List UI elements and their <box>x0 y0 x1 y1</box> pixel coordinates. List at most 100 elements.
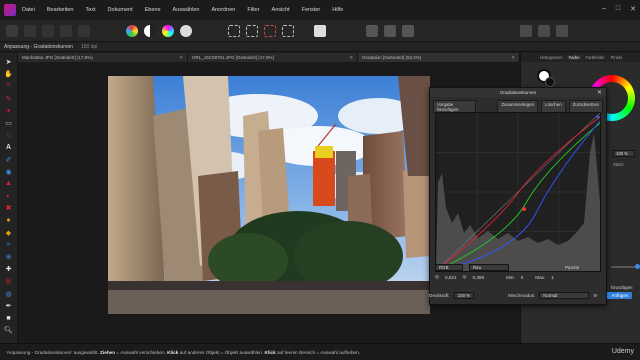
tab-brushes[interactable]: Pinsel <box>608 55 625 60</box>
auto-colors-icon[interactable] <box>162 24 174 37</box>
opacity-dropdown[interactable]: 100 % <box>453 292 475 299</box>
selection-add-icon[interactable] <box>246 24 258 37</box>
document-dpi: 150 dpi <box>80 43 98 50</box>
marquee-icon[interactable] <box>228 24 240 37</box>
snapping-icon[interactable] <box>538 24 550 37</box>
marquee-tool-icon[interactable]: ▭ <box>3 118 14 129</box>
arrange-front-icon[interactable] <box>384 24 396 37</box>
add-adjustment-label: hinzufügen <box>611 285 633 290</box>
tab-orl[interactable]: ORL_15C08761.JPG [Geändert] (17,9%) ✕ <box>188 53 358 62</box>
menu-filter[interactable]: Filter <box>241 7 265 13</box>
shape-tool-icon[interactable]: ■ <box>3 313 14 324</box>
menu-arrange[interactable]: Anordnen <box>205 7 241 13</box>
channel-select[interactable]: RGB <box>435 264 463 271</box>
auto-levels-icon[interactable] <box>126 24 138 37</box>
maximize-icon[interactable]: □ <box>616 5 620 13</box>
dialog-title: Gradationskurven <box>499 90 537 95</box>
tone-map-persona-icon[interactable] <box>60 24 72 37</box>
close-dialog-icon[interactable]: ✕ <box>597 89 602 96</box>
slider-handle[interactable] <box>635 264 640 269</box>
zoom-field[interactable]: 100 % <box>613 150 635 157</box>
tab-color[interactable]: Farbe <box>565 55 583 60</box>
align-icon[interactable] <box>520 24 532 37</box>
opacity-label: Deckkraft: <box>429 293 450 298</box>
view-tool-icon[interactable]: ✋ <box>3 69 14 80</box>
dialog-titlebar[interactable]: Gradationskurven ✕ <box>430 88 606 97</box>
text-tool-icon[interactable]: A <box>3 142 14 153</box>
close-tab-icon[interactable]: ✕ <box>511 55 515 61</box>
menu-file[interactable]: Datei <box>16 7 41 13</box>
coord-x[interactable]: 0,521 <box>445 275 457 280</box>
blur-brush-icon[interactable]: ◍ <box>3 288 14 299</box>
max-value[interactable]: 1 <box>551 275 554 280</box>
curve-graph[interactable] <box>435 112 601 272</box>
photo-persona-icon[interactable] <box>6 24 18 37</box>
freehand-select-icon[interactable]: ◌ <box>3 130 14 141</box>
selection-subtract-icon[interactable] <box>264 24 276 37</box>
curves-dialog: Gradationskurven ✕ Vorgabe hinzufügen Zu… <box>429 87 607 305</box>
menu-document[interactable]: Dokument <box>102 7 139 13</box>
menu-view[interactable]: Ansicht <box>266 7 296 13</box>
menu-layer[interactable]: Ebene <box>139 7 167 13</box>
status-bar: 'Anpassung - Gradationskurven' ausgewähl… <box>0 343 640 360</box>
auto-contrast-icon[interactable] <box>144 24 156 37</box>
blend-mode-dropdown[interactable]: Normal <box>539 292 590 299</box>
paint-brush-icon[interactable]: ✐ <box>3 154 14 165</box>
menu-edit[interactable]: Bearbeiten <box>41 7 80 13</box>
crop-tool-icon[interactable]: ⌗ <box>3 81 14 92</box>
move-tool-icon[interactable]: ➤ <box>3 57 14 68</box>
clone-tool-icon[interactable]: ⊕ <box>3 252 14 263</box>
menu-text[interactable]: Text <box>79 7 101 13</box>
close-tab-icon[interactable]: ✕ <box>349 55 353 61</box>
context-title: Anpassung - Gradationskurven <box>4 43 73 50</box>
export-persona-icon[interactable] <box>78 24 90 37</box>
studio-tabs: Histogramm Farbe Farbfelder Pinsel <box>521 53 640 62</box>
zoom-tool-icon[interactable]: 🔍︎ <box>3 325 14 336</box>
document-photo[interactable] <box>108 76 430 314</box>
menu-window[interactable]: Fenster <box>296 7 327 13</box>
status-text-click: auf anderes Objekt = Objekt auswählen. <box>179 349 264 355</box>
selection-intersect-icon[interactable] <box>282 24 294 37</box>
menu-select[interactable]: Auswählen <box>167 7 206 13</box>
blend-options-icon[interactable]: ⚙ <box>593 293 597 299</box>
tab-gradation[interactable]: Gradation [Geändert] (53,0%) ✕ <box>358 53 520 62</box>
erase-tool-icon[interactable]: ✖ <box>3 203 14 214</box>
tab-swatches[interactable]: Farbfelder <box>583 55 608 60</box>
arrange-back-icon[interactable] <box>366 24 378 37</box>
min-value[interactable]: 0 <box>521 275 524 280</box>
minimize-icon[interactable]: – <box>602 5 606 13</box>
mask-mode-icon[interactable] <box>314 24 326 37</box>
pen-tool-icon[interactable]: ✒ <box>3 300 14 311</box>
liquify-persona-icon[interactable] <box>24 24 36 37</box>
coord-y[interactable]: 0,389 <box>473 275 485 280</box>
menubar: Datei Bearbeiten Text Dokument Ebene Aus… <box>0 0 640 20</box>
flood-select-icon[interactable]: ✦ <box>3 105 14 116</box>
max-label: Max: <box>535 274 546 280</box>
transform-icon[interactable] <box>402 24 414 37</box>
channel-space-select[interactable]: Rau <box>469 264 509 271</box>
app-logo[interactable] <box>4 4 16 16</box>
auto-white-balance-icon[interactable] <box>180 24 192 37</box>
selection-brush-icon[interactable]: ✎ <box>3 93 14 104</box>
color-picker-icon[interactable]: ◉ <box>3 166 14 177</box>
status-key-click-empty: Klick <box>264 349 276 355</box>
udemy-watermark: Udemy <box>611 348 634 355</box>
apply-button[interactable]: Anfügen <box>607 292 633 299</box>
red-eye-tool-icon[interactable]: ◎ <box>3 276 14 287</box>
color-swatch-secondary[interactable] <box>545 77 555 87</box>
burn-tool-icon[interactable]: ◆ <box>3 227 14 238</box>
develop-persona-icon[interactable] <box>42 24 54 37</box>
menu-help[interactable]: Hilfe <box>326 7 349 13</box>
smudge-tool-icon[interactable]: ≈ <box>3 239 14 250</box>
status-key-click: Klick <box>167 349 179 355</box>
close-tab-icon[interactable]: ✕ <box>179 55 183 61</box>
gradient-tool-icon[interactable]: ◐ <box>3 191 14 202</box>
tab-histogram[interactable]: Histogramm <box>537 55 566 60</box>
close-icon[interactable]: ✕ <box>630 5 636 13</box>
dodge-tool-icon[interactable]: ● <box>3 215 14 226</box>
assistant-icon[interactable] <box>556 24 568 37</box>
healing-tool-icon[interactable]: ✚ <box>3 264 14 275</box>
fill-tool-icon[interactable]: ▲ <box>3 178 14 189</box>
tab-manhattan[interactable]: Manhattan.JPG [Geändert] (17,9%) ✕ <box>18 53 188 62</box>
pipette-label[interactable]: Pipette <box>565 265 579 270</box>
